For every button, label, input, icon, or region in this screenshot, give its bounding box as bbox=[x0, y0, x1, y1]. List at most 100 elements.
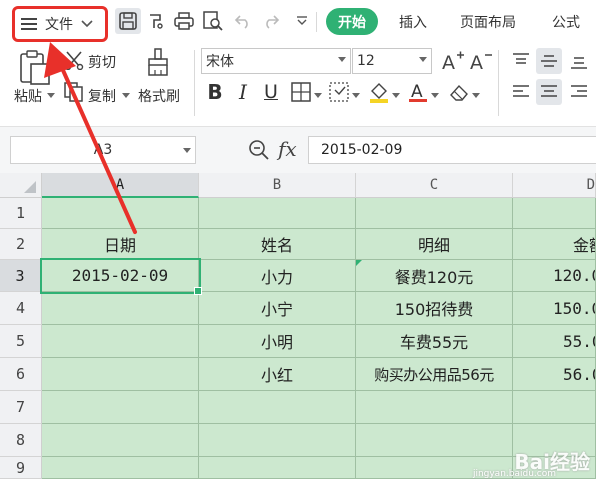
cell-b1[interactable] bbox=[199, 198, 356, 229]
ribbon-separator-2 bbox=[498, 50, 499, 116]
column-header-b[interactable]: B bbox=[199, 173, 356, 198]
cell-b7[interactable] bbox=[199, 391, 356, 424]
cell-d7[interactable] bbox=[513, 391, 596, 424]
tab-page-layout[interactable]: 页面布局 bbox=[460, 12, 516, 32]
row-header-6[interactable]: 6 bbox=[0, 358, 42, 391]
fill-handle[interactable] bbox=[194, 287, 202, 295]
align-bottom-icon[interactable] bbox=[566, 48, 592, 74]
cell-d1[interactable] bbox=[513, 198, 596, 229]
fx-icon[interactable]: fx bbox=[278, 137, 297, 161]
cell-a9[interactable] bbox=[42, 457, 199, 479]
italic-button[interactable]: I bbox=[230, 79, 256, 105]
copy-icon[interactable] bbox=[64, 82, 84, 102]
cell-d6[interactable]: 56.00 bbox=[513, 358, 596, 391]
cell-b4[interactable]: 小宁 bbox=[199, 292, 356, 325]
cut-label[interactable]: 剪切 bbox=[88, 52, 116, 72]
paste-label[interactable]: 粘贴 bbox=[14, 86, 42, 106]
cell-a6[interactable] bbox=[42, 358, 199, 391]
row-header-8[interactable]: 8 bbox=[0, 424, 42, 457]
align-middle-icon[interactable] bbox=[536, 48, 562, 74]
cell-c4[interactable]: 150招待费 bbox=[356, 292, 513, 325]
row-header-7[interactable]: 7 bbox=[0, 391, 42, 424]
row-header-2[interactable]: 2 bbox=[0, 229, 42, 260]
save-icon[interactable] bbox=[115, 8, 141, 34]
align-top-icon[interactable] bbox=[508, 48, 534, 74]
cell-style-icon[interactable] bbox=[326, 79, 352, 105]
eraser-icon[interactable] bbox=[446, 79, 472, 105]
file-menu-button[interactable]: 文件 bbox=[12, 6, 108, 42]
borders-dropdown-icon[interactable] bbox=[314, 93, 322, 98]
cell-c3[interactable]: 餐费120元 bbox=[356, 260, 513, 292]
align-left-icon[interactable] bbox=[508, 79, 534, 105]
cell-a5[interactable] bbox=[42, 325, 199, 358]
format-painter-label[interactable]: 格式刷 bbox=[138, 86, 180, 106]
cell-b2[interactable]: 姓名 bbox=[199, 229, 356, 260]
undo-icon[interactable] bbox=[232, 10, 254, 32]
cut-icon[interactable] bbox=[64, 50, 84, 70]
cell-a8[interactable] bbox=[42, 424, 199, 457]
column-header-c[interactable]: C bbox=[356, 173, 513, 198]
tab-formulas[interactable]: 公式 bbox=[552, 12, 580, 32]
align-right-icon[interactable] bbox=[566, 79, 592, 105]
paste-button[interactable] bbox=[18, 50, 52, 86]
cell-d2-text: 金额 bbox=[573, 236, 595, 255]
row-header-5[interactable]: 5 bbox=[0, 325, 42, 358]
font-size-select[interactable]: 12 bbox=[352, 48, 432, 74]
cell-d5[interactable]: 55.00 bbox=[513, 325, 596, 358]
underline-button[interactable]: U bbox=[258, 79, 284, 105]
row-header-9[interactable]: 9 bbox=[0, 457, 42, 479]
cell-d3[interactable]: 120.00 bbox=[513, 260, 596, 292]
name-box[interactable]: A3 bbox=[10, 136, 196, 164]
font-color-icon[interactable]: A bbox=[405, 79, 431, 105]
cell-c2[interactable]: 明细 bbox=[356, 229, 513, 260]
file-menu-label: 文件 bbox=[45, 17, 73, 33]
row-header-3[interactable]: 3 bbox=[0, 260, 42, 292]
cell-style-dropdown-icon[interactable] bbox=[352, 93, 360, 98]
zoom-formula-icon[interactable] bbox=[248, 139, 270, 161]
cell-d2[interactable]: 金额 bbox=[513, 229, 596, 260]
copy-dropdown-icon[interactable] bbox=[122, 93, 130, 98]
grow-font-icon[interactable]: A bbox=[440, 48, 466, 74]
cell-d4[interactable]: 150.00 bbox=[513, 292, 596, 325]
row-header-4[interactable]: 4 bbox=[0, 292, 42, 325]
cell-b8[interactable] bbox=[199, 424, 356, 457]
cell-a3[interactable]: 2015-02-09 bbox=[42, 260, 199, 292]
cell-a1[interactable] bbox=[42, 198, 199, 229]
cell-b6[interactable]: 小红 bbox=[199, 358, 356, 391]
column-header-a[interactable]: A bbox=[42, 173, 199, 198]
cell-b3[interactable]: 小力 bbox=[199, 260, 356, 292]
select-all-corner[interactable] bbox=[0, 173, 42, 198]
format-painter-icon[interactable] bbox=[146, 48, 172, 78]
cell-a2[interactable]: 日期 bbox=[42, 229, 199, 260]
tab-insert[interactable]: 插入 bbox=[399, 12, 427, 32]
align-center-icon[interactable] bbox=[536, 79, 562, 105]
cell-a4[interactable] bbox=[42, 292, 199, 325]
cell-c1[interactable] bbox=[356, 198, 513, 229]
print-preview-icon[interactable] bbox=[202, 10, 224, 32]
bold-button[interactable]: B bbox=[202, 79, 228, 105]
row-header-1[interactable]: 1 bbox=[0, 198, 42, 229]
paste-dropdown-icon[interactable] bbox=[47, 93, 55, 98]
cell-c5[interactable]: 车费55元 bbox=[356, 325, 513, 358]
shrink-font-icon[interactable]: A bbox=[468, 48, 494, 74]
column-header-d[interactable]: D bbox=[513, 173, 596, 198]
fill-color-dropdown-icon[interactable] bbox=[392, 93, 400, 98]
redo-icon[interactable] bbox=[260, 10, 282, 32]
font-color-dropdown-icon[interactable] bbox=[431, 93, 439, 98]
format-brush-icon[interactable] bbox=[145, 10, 167, 32]
cell-b5[interactable]: 小明 bbox=[199, 325, 356, 358]
customize-toolbar-icon[interactable] bbox=[291, 10, 313, 32]
eraser-dropdown-icon[interactable] bbox=[472, 93, 480, 98]
formula-input[interactable]: 2015-02-09 bbox=[308, 136, 596, 164]
cell-a7[interactable] bbox=[42, 391, 199, 424]
cell-b9[interactable] bbox=[199, 457, 356, 479]
cell-c7[interactable] bbox=[356, 391, 513, 424]
copy-label[interactable]: 复制 bbox=[88, 86, 116, 106]
borders-icon[interactable] bbox=[288, 79, 314, 105]
font-name-select[interactable]: 宋体 bbox=[201, 48, 351, 74]
fill-color-icon[interactable] bbox=[366, 79, 392, 105]
tab-home[interactable]: 开始 bbox=[326, 8, 378, 35]
cell-c6[interactable]: 购买办公用品56元 bbox=[356, 358, 513, 391]
cell-c8[interactable] bbox=[356, 424, 513, 457]
print-icon[interactable] bbox=[173, 10, 195, 32]
